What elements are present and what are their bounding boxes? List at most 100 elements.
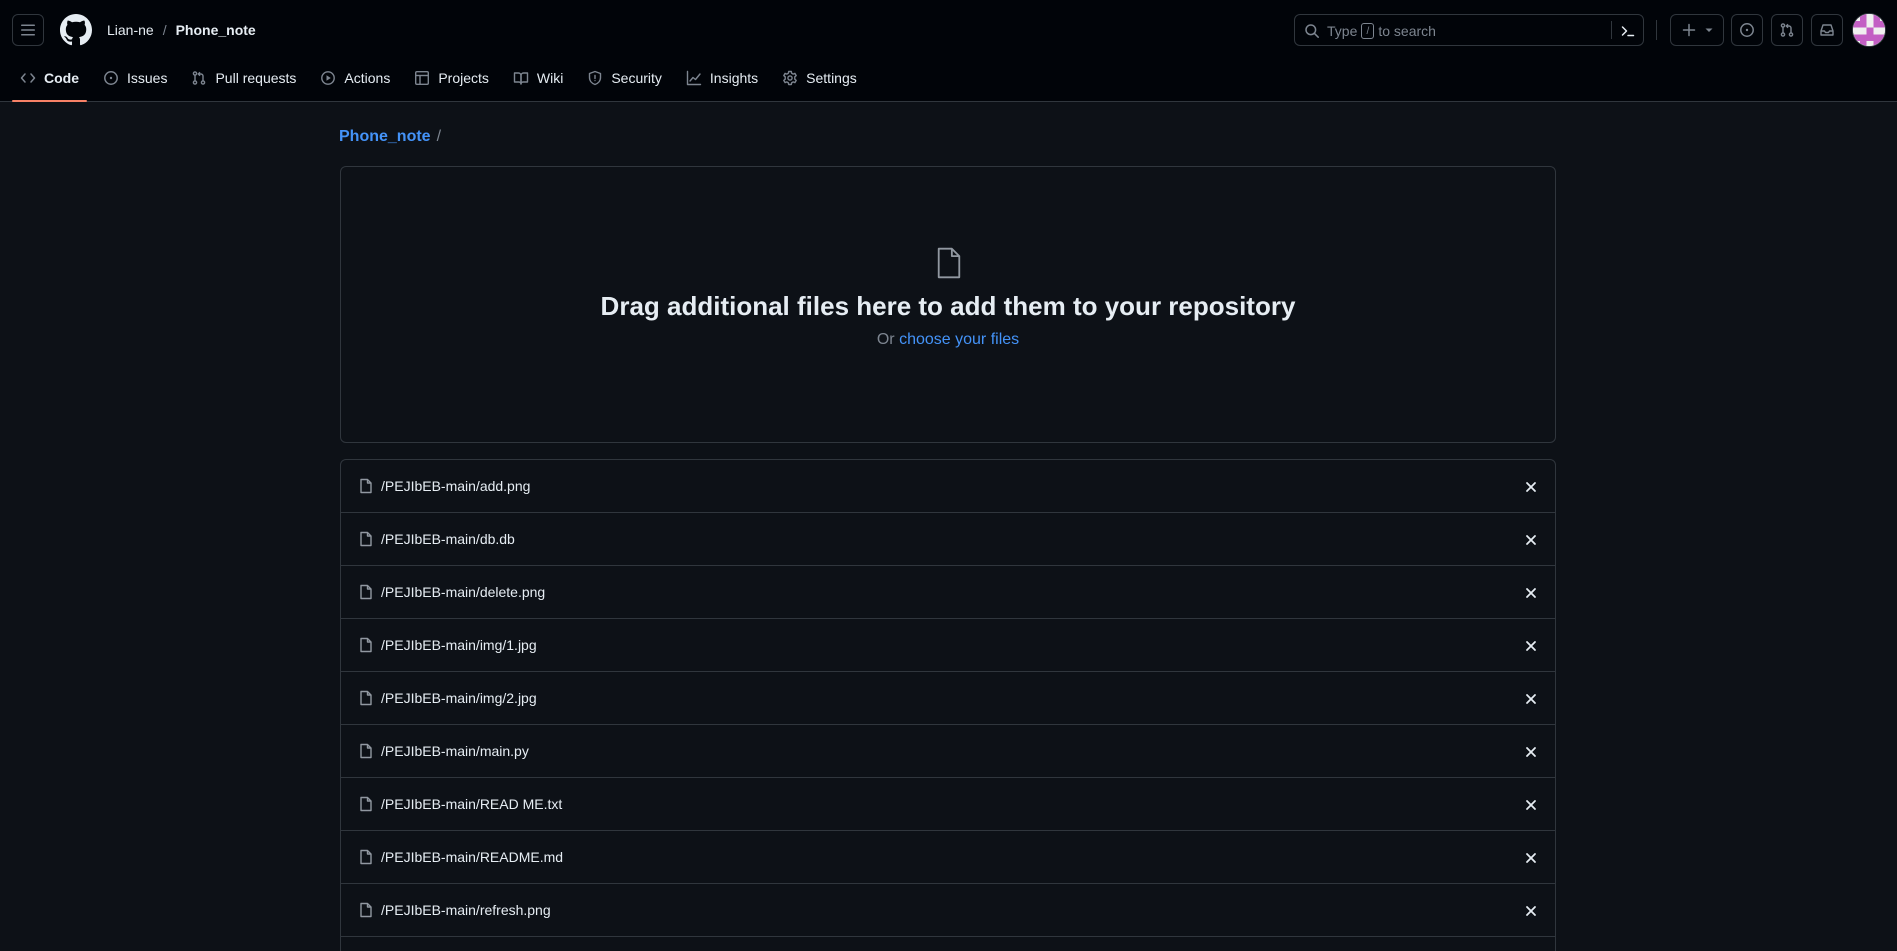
file-icon (360, 849, 372, 865)
close-icon (1526, 906, 1536, 916)
breadcrumb-separator: / (162, 22, 167, 38)
tab-issues[interactable]: Issues (95, 62, 175, 94)
tab-code-label: Code (44, 70, 79, 86)
close-icon (1526, 853, 1536, 863)
search-input[interactable]: Type / to search (1294, 14, 1644, 46)
remove-file-button[interactable] (1523, 691, 1539, 707)
file-name: /PEJIbEB-main/delete.png (381, 584, 546, 600)
file-icon (360, 531, 372, 547)
header-divider (1656, 20, 1657, 40)
close-icon (1526, 588, 1536, 598)
inbox-button[interactable] (1811, 14, 1843, 46)
file-icon (360, 478, 372, 494)
uploaded-file-list: /PEJIbEB-main/add.png /PEJIbEB-main/db.d… (340, 459, 1556, 951)
drop-zone-or: Or (876, 331, 895, 348)
file-name: /PEJIbEB-main/refresh.png (381, 902, 551, 918)
tab-actions[interactable]: Actions (312, 62, 398, 94)
file-row: /PEJIbEB-main/img/1.jpg (341, 619, 1555, 672)
global-header: Lian-ne / Phone_note Type / to search Co… (0, 0, 1897, 102)
issues-button[interactable] (1731, 14, 1763, 46)
repo-breadcrumb: Lian-ne / Phone_note (107, 20, 256, 40)
tab-pull-requests-label: Pull requests (215, 70, 297, 86)
table-icon (415, 71, 430, 86)
file-name: /PEJIbEB-main/README.md (381, 849, 564, 865)
issue-icon (104, 71, 118, 85)
tab-projects[interactable]: Projects (406, 62, 497, 94)
file-name: /PEJIbEB-main/img/1.jpg (381, 637, 537, 653)
tab-issues-label: Issues (127, 70, 168, 86)
file-name: /PEJIbEB-main/add.png (381, 478, 531, 494)
remove-file-button[interactable] (1523, 532, 1539, 548)
triangle-down-icon (1705, 28, 1713, 32)
shield-icon (589, 70, 602, 86)
file-row: /PEJIbEB-main/delete.png (341, 566, 1555, 619)
menu-button[interactable] (12, 14, 44, 46)
pull-request-icon (193, 71, 206, 85)
file-row: /PEJIbEB-main/add.png (341, 460, 1555, 513)
close-icon (1526, 747, 1536, 757)
book-icon (513, 72, 529, 85)
path-separator: / (436, 128, 442, 145)
remove-file-button[interactable] (1523, 585, 1539, 601)
search-placeholder-prefix: Type (1327, 23, 1358, 39)
owner-link[interactable]: Lian-ne (107, 22, 154, 38)
play-icon (321, 71, 336, 85)
plus-icon (1682, 23, 1696, 37)
tab-settings-label: Settings (806, 70, 857, 86)
file-row: /PEJIbEB-main/README.md (341, 831, 1555, 884)
search-placeholder: Type / to search (1327, 23, 1436, 39)
tab-insights[interactable]: Insights (678, 62, 766, 94)
file-icon (360, 690, 372, 706)
remove-file-button[interactable] (1523, 638, 1539, 654)
graph-icon (686, 70, 702, 86)
create-new-button[interactable] (1670, 14, 1724, 46)
search-divider (1611, 21, 1612, 39)
close-icon (1526, 800, 1536, 810)
pull-requests-button[interactable] (1771, 14, 1803, 46)
close-icon (1526, 535, 1536, 545)
tab-security-label: Security (611, 70, 662, 86)
tab-code[interactable]: Code (12, 62, 87, 102)
file-icon (360, 796, 372, 812)
issue-icon (1740, 23, 1754, 37)
file-name: /PEJIbEB-main/db.db (381, 531, 515, 547)
github-logo-icon[interactable] (60, 14, 92, 46)
tab-wiki-label: Wiki (536, 70, 564, 86)
path-repo-link[interactable]: Phone_note (339, 128, 431, 146)
file-row: /PEJIbEB-main/main.py (341, 725, 1555, 778)
upload-path-breadcrumb: Phone_note / (339, 128, 441, 146)
drop-zone-title: Drag additional files here to add them t… (600, 291, 1296, 321)
tab-security[interactable]: Security (579, 62, 670, 94)
file-row: /PEJIbEB-main/READ ME.txt (341, 778, 1555, 831)
file-name: /PEJIbEB-main/READ ME.txt (381, 796, 563, 812)
remove-file-button[interactable] (1523, 744, 1539, 760)
choose-files-link[interactable]: choose your files (899, 331, 1019, 348)
tab-insights-label: Insights (709, 70, 759, 86)
remove-file-button[interactable] (1523, 850, 1539, 866)
file-row: /PEJIbEB-main/db.db (341, 513, 1555, 566)
repo-link[interactable]: Phone_note (176, 22, 256, 38)
hamburger-icon (21, 24, 35, 36)
repo-tabs: Code Issues Pull requests Actions Projec… (12, 62, 873, 102)
code-icon (20, 73, 36, 83)
remove-file-button[interactable] (1523, 903, 1539, 919)
file-row: /PEJIbEB-main/refresh.png (341, 884, 1555, 937)
inbox-icon (1820, 24, 1834, 36)
file-name: /PEJIbEB-main/main.py (381, 743, 529, 759)
file-icon (360, 902, 372, 918)
tab-settings[interactable]: Settings (774, 62, 865, 94)
command-palette-icon[interactable] (1620, 23, 1636, 39)
tab-projects-label: Projects (438, 70, 489, 86)
pull-request-icon (1780, 23, 1794, 37)
remove-file-button[interactable] (1523, 479, 1539, 495)
tab-actions-label: Actions (344, 70, 391, 86)
file-name: /PEJIbEB-main/img/2.jpg (381, 690, 537, 706)
tab-wiki[interactable]: Wiki (505, 62, 571, 94)
remove-file-button[interactable] (1523, 797, 1539, 813)
tab-pull-requests[interactable]: Pull requests (183, 62, 304, 94)
search-placeholder-suffix: to search (1378, 23, 1436, 39)
user-avatar[interactable] (1852, 13, 1886, 47)
file-drop-zone[interactable]: Drag additional files here to add them t… (340, 166, 1556, 443)
gear-icon (783, 70, 798, 86)
drop-zone-subtitle: Or choose your files (341, 331, 1555, 349)
